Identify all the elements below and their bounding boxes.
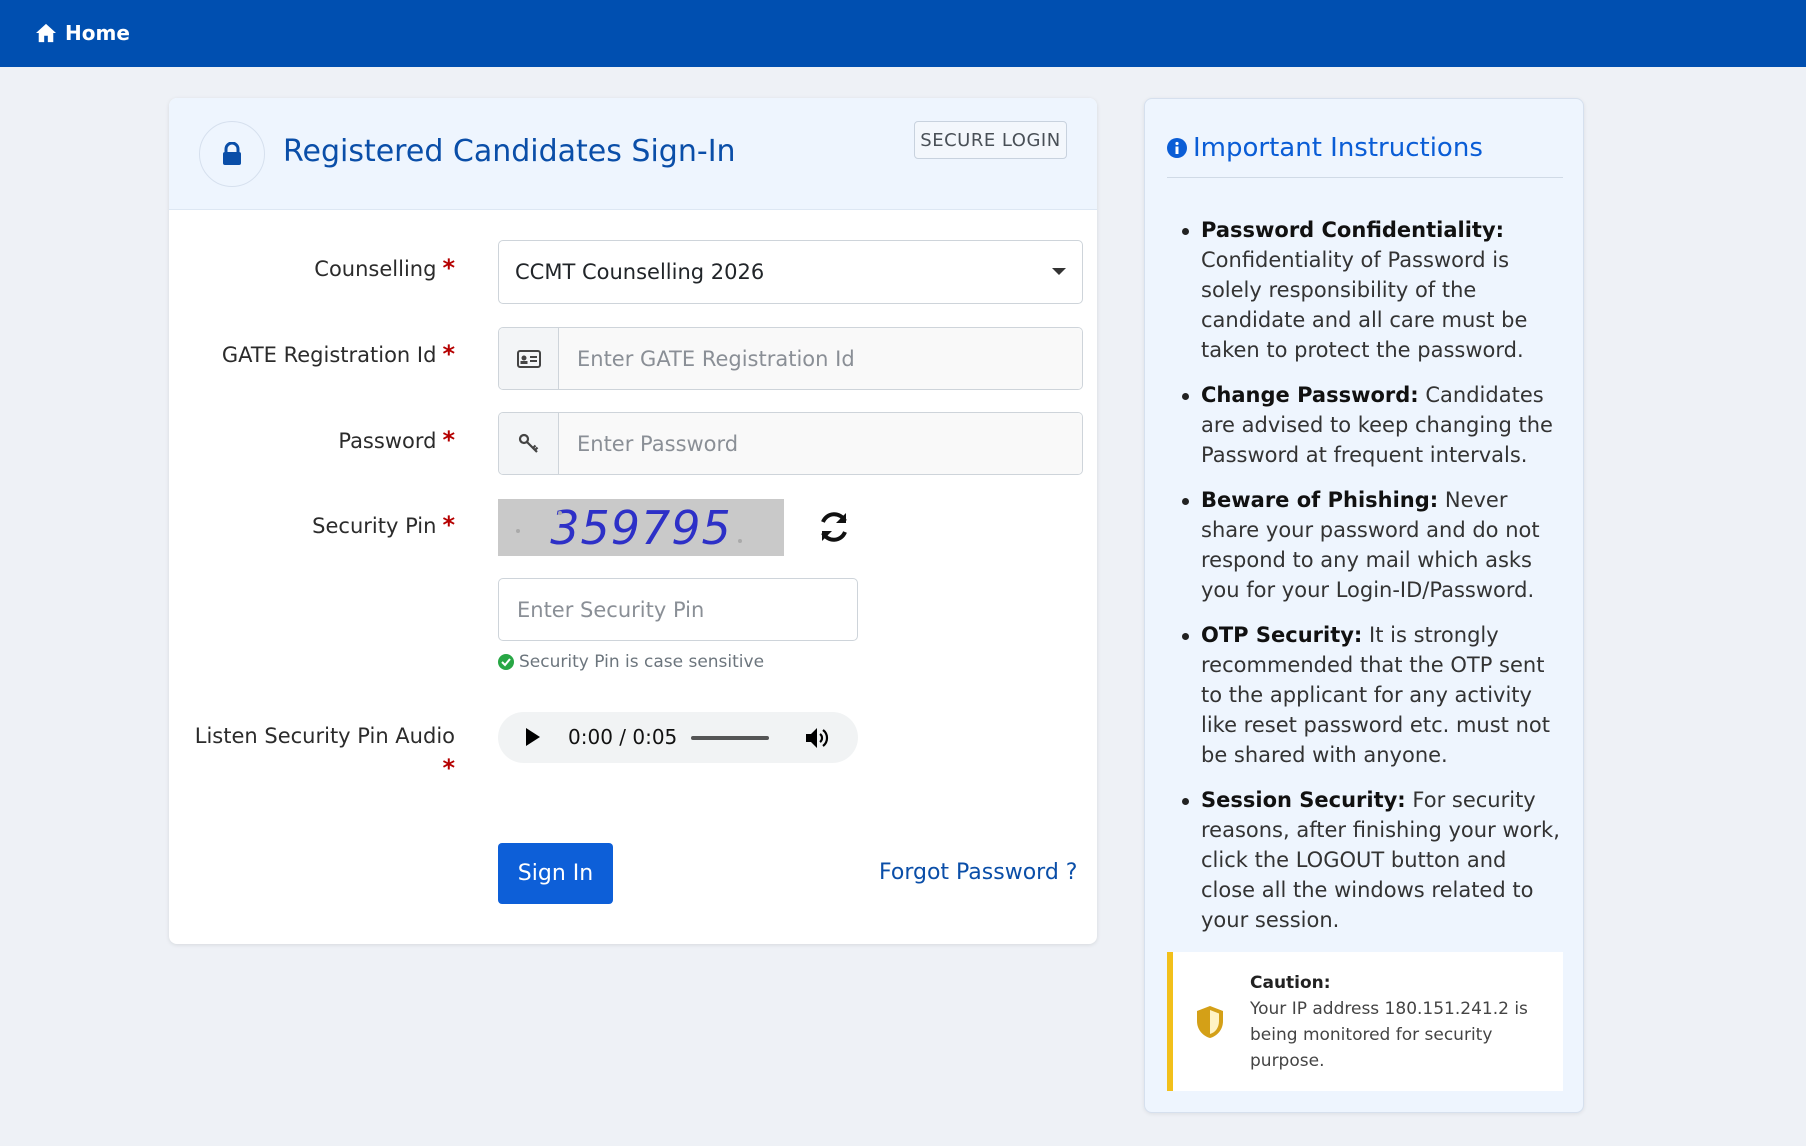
gate-label-cell: GATE Registration Id * [169,340,455,380]
gate-label: GATE Registration Id * [222,340,455,368]
security-pin-label-text: Security Pin [312,514,437,538]
audio-required-mark: * [436,754,455,782]
instruction-heading: Beware of Phishing: [1201,488,1439,512]
volume-icon[interactable] [804,725,830,751]
list-item: OTP Security: It is strongly recommended… [1182,620,1561,770]
gate-label-text: GATE Registration Id [221,343,437,367]
list-item: Session Security: For security reasons, … [1182,785,1561,935]
home-icon [36,23,56,43]
top-navbar: Home [0,0,1806,67]
caution-box: Caution: Your IP address 180.151.241.2 i… [1167,952,1563,1091]
password-input-addon [499,413,559,474]
gate-registration-input[interactable] [559,328,1082,389]
password-label-cell: Password * [169,426,455,466]
instructions-list: Password Confidentiality: Confidentiality… [1182,215,1561,950]
required-mark: * [442,426,455,454]
gate-input-addon [499,328,559,389]
instructions-title-text: Important Instructions [1193,133,1483,163]
captcha-noise [516,529,520,533]
refresh-captcha-button[interactable] [815,508,853,546]
required-mark: * [442,340,455,368]
instruction-heading: Password Confidentiality: [1201,218,1505,242]
password-label-text: Password [338,429,437,453]
required-mark: * [442,754,455,782]
home-link-label: Home [65,21,130,45]
sign-in-title: Registered Candidates Sign-In [283,134,736,169]
secure-login-badge: SECURE LOGIN [914,121,1067,159]
security-pin-input[interactable] [498,578,858,641]
pin-case-note-text: Security Pin is case sensitive [519,652,765,672]
password-label: Password * [338,426,455,454]
captcha-noise [738,539,742,543]
instructions-card: Important Instructions Password Confiden… [1144,98,1584,1113]
instruction-heading: OTP Security: [1201,623,1363,647]
instruction-text: Confidentiality of Password is solely re… [1201,248,1528,362]
instruction-heading: Change Password: [1201,383,1419,407]
security-pin-label: Security Pin * [312,511,455,539]
chevron-down-icon [1052,268,1066,275]
counselling-label-text: Counselling [314,257,437,281]
info-circle-icon [1167,138,1187,158]
counselling-select-value: CCMT Counselling 2026 [515,260,765,284]
sign-in-card: Registered Candidates Sign-In SECURE LOG… [169,98,1097,944]
password-input[interactable] [559,413,1082,474]
refresh-icon [821,512,847,542]
audio-seek-bar[interactable] [691,736,769,740]
shield-icon [1197,1006,1223,1038]
captcha-noise [558,511,562,515]
sign-in-card-header: Registered Candidates Sign-In SECURE LOG… [169,98,1097,210]
captcha-image: 359795 [498,499,784,556]
play-icon[interactable] [526,728,540,746]
key-icon [518,433,538,453]
gate-input-group [498,327,1083,390]
password-input-group [498,412,1083,475]
audio-label: Listen Security Pin Audio [194,724,455,748]
instruction-heading: Session Security: [1201,788,1406,812]
forgot-password-link[interactable]: Forgot Password ? [879,860,1077,885]
counselling-select[interactable]: CCMT Counselling 2026 [498,240,1083,304]
security-pin-label-cell: Security Pin * [169,511,455,551]
divider [1167,177,1563,178]
counselling-label-cell: Counselling * [169,254,455,294]
instructions-title: Important Instructions [1167,133,1483,163]
list-item: Beware of Phishing: Never share your pas… [1182,485,1561,605]
required-mark: * [442,254,455,282]
list-item: Change Password: Candidates are advised … [1182,380,1561,470]
caution-text: Your IP address 180.151.241.2 is being m… [1250,999,1528,1071]
counselling-label: Counselling * [314,254,455,282]
id-card-icon [516,349,541,368]
lock-badge [199,121,265,187]
list-item: Password Confidentiality: Confidentiality… [1182,215,1561,365]
home-link[interactable]: Home [35,18,130,48]
required-mark: * [442,511,455,539]
audio-time: 0:00 / 0:05 [568,725,678,749]
lock-icon [223,142,241,165]
pin-case-note: Security Pin is case sensitive [498,652,764,672]
audio-label-cell: Listen Security Pin Audio * [169,724,455,794]
caution-text-block: Caution: Your IP address 180.151.241.2 i… [1250,970,1550,1074]
check-circle-icon [498,654,514,670]
caution-heading: Caution: [1250,973,1331,993]
captcha-text: 359795 [550,500,732,555]
security-pin-audio-player: 0:00 / 0:05 [498,712,858,763]
sign-in-button[interactable]: Sign In [498,843,613,904]
